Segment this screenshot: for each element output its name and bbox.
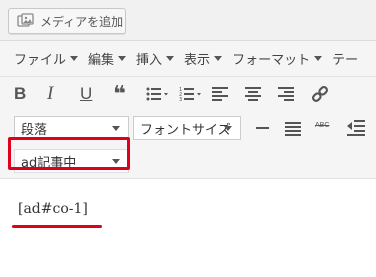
highlight-box	[8, 137, 130, 170]
shortcode-text: [ad#co-1]	[18, 201, 88, 217]
media-icon	[17, 13, 35, 29]
chevron-down-icon	[70, 56, 79, 61]
add-media-label: メディアを追加	[40, 14, 124, 29]
numbered-list-button[interactable]: 123	[179, 79, 212, 109]
toolbar-row-1: B I U ❝ 123	[0, 77, 376, 111]
menu-file[interactable]: ファイル	[14, 49, 79, 68]
link-button[interactable]	[311, 79, 344, 109]
link-icon	[312, 86, 328, 102]
justify-button[interactable]	[285, 121, 301, 140]
bullet-list-button[interactable]	[146, 79, 179, 109]
numbered-list-icon: 123	[179, 87, 201, 102]
strikethrough-button[interactable]: ABC	[315, 122, 329, 129]
svg-text:3: 3	[179, 97, 182, 102]
chevron-down-icon	[118, 56, 127, 61]
menu-table[interactable]: テー	[332, 49, 358, 68]
add-media-button[interactable]: メディアを追加	[8, 8, 126, 34]
chevron-down-icon	[214, 56, 223, 61]
menu-edit[interactable]: 編集	[88, 49, 127, 68]
menu-format[interactable]: フォーマット	[232, 49, 323, 68]
chevron-down-icon	[224, 126, 232, 131]
chevron-down-icon	[314, 56, 323, 61]
align-right-icon	[278, 87, 294, 101]
menu-insert[interactable]: 挿入	[136, 49, 175, 68]
editor-content[interactable]: [ad#co-1]	[0, 179, 376, 277]
highlight-underline	[12, 225, 102, 228]
font-size-select[interactable]: フォントサイズ	[133, 116, 241, 140]
blockquote-button[interactable]: ❝	[113, 79, 146, 109]
align-right-button[interactable]	[278, 79, 311, 109]
bold-button[interactable]: B	[14, 79, 47, 109]
outdent-button[interactable]	[347, 120, 365, 140]
italic-button[interactable]: I	[47, 79, 80, 109]
justify-icon	[285, 122, 301, 136]
chevron-down-icon	[166, 56, 175, 61]
chevron-down-icon	[112, 126, 120, 131]
align-center-icon	[245, 87, 261, 101]
bullet-list-icon	[146, 87, 168, 101]
menu-view[interactable]: 表示	[184, 49, 223, 68]
align-left-icon	[212, 87, 228, 101]
align-center-button[interactable]	[245, 79, 278, 109]
outdent-icon	[347, 120, 365, 136]
align-left-button[interactable]	[212, 79, 245, 109]
horizontal-rule-button[interactable]	[256, 127, 269, 129]
menubar: ファイル 編集 挿入 表示 フォーマット テー	[0, 41, 376, 77]
underline-button[interactable]: U	[80, 79, 113, 109]
